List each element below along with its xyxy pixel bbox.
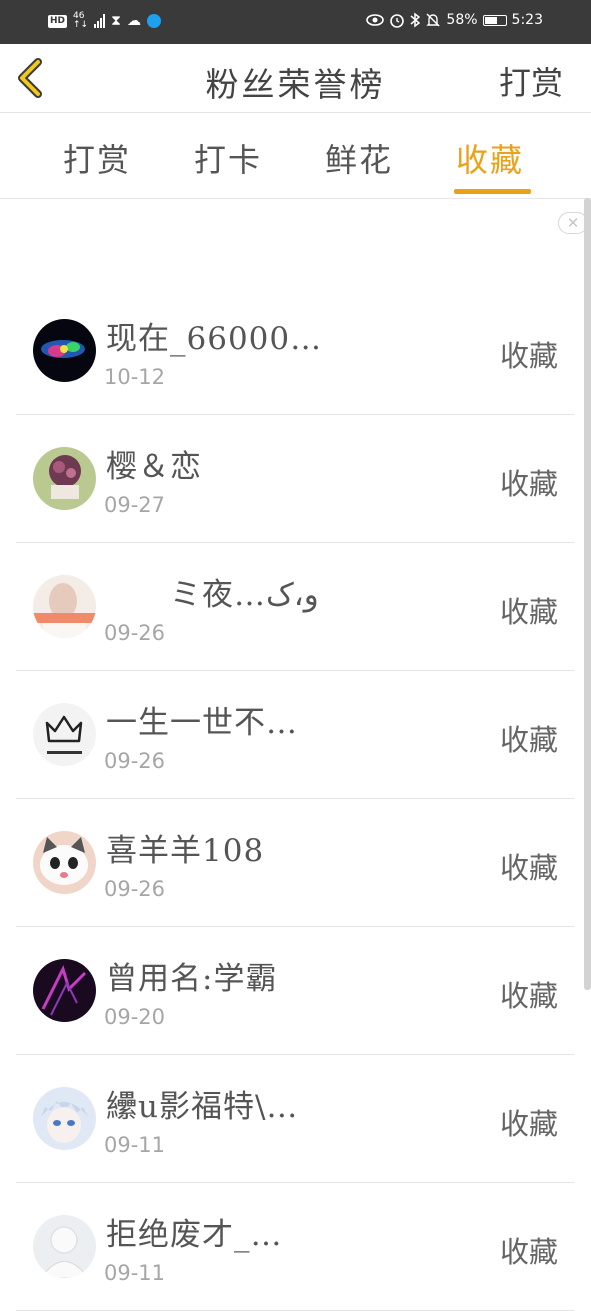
list-item[interactable]: 拒绝废才_… 09-11 收藏 xyxy=(16,1183,574,1311)
fan-date: 09-27 xyxy=(104,493,166,517)
clock: 5:23 xyxy=(511,12,543,28)
tab-flowers[interactable]: 鲜花 xyxy=(325,135,393,181)
cloud-sun-icon: ☁ xyxy=(126,13,141,29)
avatar[interactable] xyxy=(33,447,96,510)
fan-date: 09-11 xyxy=(104,1261,166,1285)
bell-off-icon xyxy=(426,13,441,27)
avatar[interactable] xyxy=(33,319,96,382)
network-type: 46 ↑↓ xyxy=(73,12,88,30)
tab-favorites[interactable]: 收藏 xyxy=(456,135,524,181)
network-arrows: ↑↓ xyxy=(73,20,89,30)
avatar[interactable] xyxy=(33,703,96,766)
fan-action-label: 收藏 xyxy=(499,723,558,757)
list-item[interactable]: 一生一世不… 09-26 收藏 xyxy=(16,671,574,799)
avatar[interactable] xyxy=(33,575,96,638)
status-bar: HD 46 ↑↓ ⧗ ☁ 58% 5:23 xyxy=(0,0,591,44)
fan-date: 09-26 xyxy=(104,877,166,901)
list-item[interactable]: 纝u影福特\… 09-11 收藏 xyxy=(16,1055,574,1183)
fan-name: ミ夜…و،ک xyxy=(106,577,319,613)
fan-action-label: 收藏 xyxy=(499,1107,558,1141)
fan-date: 09-11 xyxy=(104,1133,166,1157)
bluetooth-icon xyxy=(410,12,421,28)
fan-action-label: 收藏 xyxy=(499,1235,558,1269)
fan-name: 喜羊羊108 xyxy=(106,833,265,869)
tab-bar: 打赏 打卡 鲜花 收藏 xyxy=(0,113,591,199)
alarm-icon xyxy=(390,14,405,28)
hourglass-icon: ⧗ xyxy=(111,13,121,29)
avatar[interactable] xyxy=(33,1215,96,1278)
list-item[interactable]: 现在_66000… 10-12 收藏 xyxy=(16,287,574,415)
active-tab-indicator xyxy=(454,189,531,194)
list-item[interactable]: ミ夜…و،ک 09-26 收藏 xyxy=(16,543,574,671)
fan-action-label: 收藏 xyxy=(499,595,558,629)
avatar[interactable] xyxy=(33,1087,96,1150)
fan-action-label: 收藏 xyxy=(499,979,558,1013)
hd-badge: HD xyxy=(48,14,68,28)
fan-name: 樱＆恋 xyxy=(106,449,202,485)
fan-name: 拒绝废才_… xyxy=(106,1217,283,1253)
fan-name: 一生一世不… xyxy=(106,705,298,741)
status-right: 58% 5:23 xyxy=(366,12,543,28)
title-bar: 粉丝荣誉榜 打赏 xyxy=(0,44,591,113)
tab-checkin[interactable]: 打卡 xyxy=(194,135,262,181)
fan-name: 纝u影福特\… xyxy=(106,1089,299,1125)
tip-button[interactable]: 打赏 xyxy=(499,58,563,104)
fan-date: 10-12 xyxy=(104,365,166,389)
list-item[interactable]: 曾用名:学霸 09-20 收藏 xyxy=(16,927,574,1055)
fan-action-label: 收藏 xyxy=(499,467,558,501)
battery-percent: 58% xyxy=(446,12,478,28)
scrollbar[interactable] xyxy=(584,198,591,990)
fan-date: 09-26 xyxy=(104,621,166,645)
fan-name: 曾用名:学霸 xyxy=(106,961,278,997)
fan-list: 现在_66000… 10-12 收藏 樱＆恋 09-27 收藏 ミ夜…و،ک 0… xyxy=(16,287,574,1311)
signal-icon xyxy=(94,14,106,28)
fan-action-label: 收藏 xyxy=(499,851,558,885)
avatar[interactable] xyxy=(33,831,96,894)
battery-icon xyxy=(482,14,507,26)
edge-icon xyxy=(146,14,161,28)
status-left: HD 46 ↑↓ ⧗ ☁ xyxy=(48,12,161,30)
fan-name: 现在_66000… xyxy=(106,321,323,357)
eye-icon xyxy=(366,14,385,26)
fan-action-label: 收藏 xyxy=(499,339,558,373)
list-item[interactable]: 樱＆恋 09-27 收藏 xyxy=(16,415,574,543)
list-item[interactable]: 喜羊羊108 09-26 收藏 xyxy=(16,799,574,927)
tab-tip[interactable]: 打赏 xyxy=(63,135,131,181)
fan-date: 09-26 xyxy=(104,749,166,773)
fan-date: 09-20 xyxy=(104,1005,166,1029)
avatar[interactable] xyxy=(33,959,96,1022)
